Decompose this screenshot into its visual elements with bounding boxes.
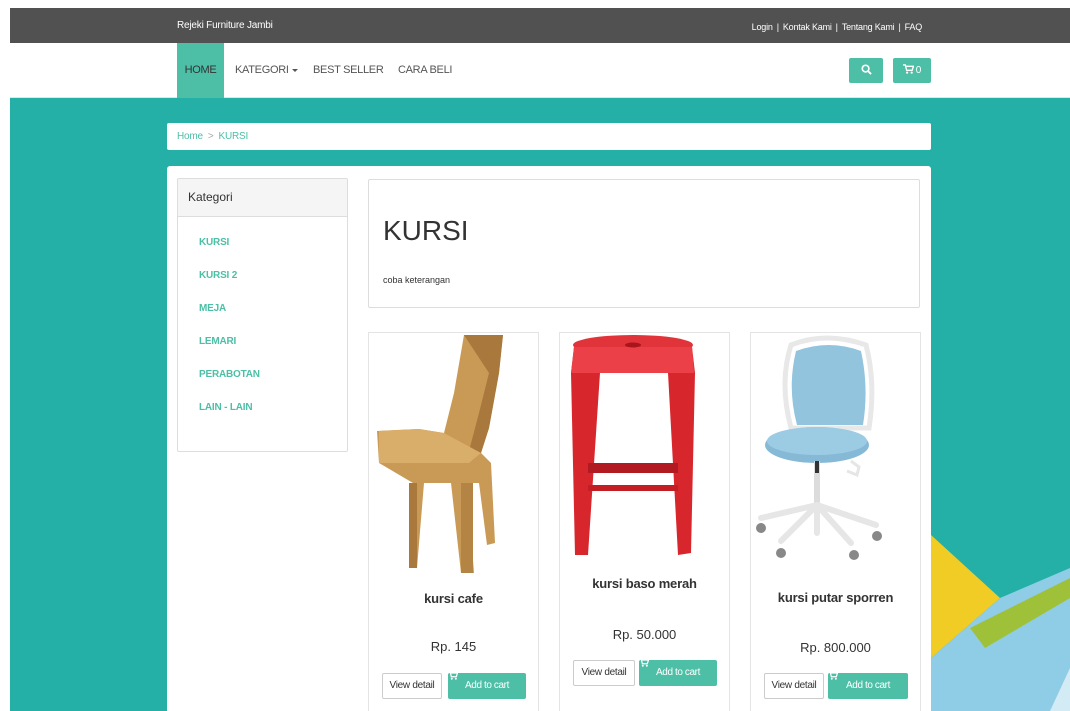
category-sidebar: Kategori KURSI KURSI 2 MEJA LEMARI PERAB… — [177, 178, 348, 452]
add-to-cart-label: Add to cart — [465, 680, 509, 691]
nav-kategori-label: KATEGORI — [235, 64, 289, 76]
top-links: Login | Kontak Kami | Tentang Kami | FAQ — [751, 22, 923, 32]
category-description: coba keterangan — [383, 275, 451, 285]
product-image-kursi-cafe[interactable] — [369, 333, 540, 578]
main-navbar: HOME KATEGORI BEST SELLER CARA BELI 0 — [10, 43, 1070, 98]
cart-icon — [902, 64, 914, 75]
product-price: Rp. 50.000 — [612, 627, 677, 642]
add-to-cart-button[interactable]: Add to cart — [448, 671, 526, 699]
faq-link[interactable]: FAQ — [905, 22, 923, 32]
view-detail-button[interactable]: View detail — [382, 673, 442, 699]
breadcrumb-separator: > — [207, 131, 214, 142]
view-detail-button[interactable]: View detail — [764, 673, 824, 699]
sidebar-item-kursi-2[interactable]: KURSI 2 — [199, 262, 347, 295]
login-link[interactable]: Login — [752, 22, 773, 32]
search-button[interactable] — [849, 58, 883, 83]
product-image-kursi-baso-merah[interactable] — [560, 333, 731, 563]
page: Rejeki Furniture Jambi Login | Kontak Kami… — [10, 8, 1070, 711]
breadcrumb-current: KURSI — [218, 131, 249, 142]
product-name[interactable]: kursi putar sporren — [751, 590, 920, 605]
cart-icon — [448, 671, 458, 680]
cart-button[interactable]: 0 — [893, 58, 931, 83]
breadcrumb-home[interactable]: Home — [177, 131, 203, 142]
product-card: kursi baso merah Rp. 50.000 View detail … — [559, 332, 730, 711]
top-bar: Rejeki Furniture Jambi Login | Kontak Kami… — [10, 8, 1070, 43]
breadcrumb: Home > KURSI — [167, 123, 931, 150]
sidebar-item-meja[interactable]: MEJA — [199, 295, 347, 328]
sidebar-item-lain-lain[interactable]: LAIN - LAIN — [199, 394, 347, 427]
add-to-cart-button[interactable]: Add to cart — [639, 658, 717, 686]
category-title: KURSI — [383, 215, 469, 246]
sidebar-item-kursi[interactable]: KURSI — [199, 229, 347, 262]
search-icon — [860, 64, 872, 75]
product-price: Rp. 145 — [430, 639, 477, 654]
cart-count: 0 — [915, 65, 922, 76]
nav-best-seller[interactable]: BEST SELLER — [313, 43, 384, 98]
product-card: kursi putar sporren Rp. 800.000 View det… — [750, 332, 921, 711]
product-name[interactable]: kursi cafe — [369, 591, 538, 606]
site-brand[interactable]: Rejeki Furniture Jambi — [177, 20, 273, 31]
sidebar-item-lemari[interactable]: LEMARI — [199, 328, 347, 361]
view-detail-button[interactable]: View detail — [573, 660, 635, 686]
product-name[interactable]: kursi baso merah — [560, 576, 729, 591]
contact-link[interactable]: Kontak Kami — [783, 22, 832, 32]
about-link[interactable]: Tentang Kami — [842, 22, 895, 32]
caret-down-icon — [291, 68, 298, 72]
nav-kategori[interactable]: KATEGORI — [235, 43, 298, 98]
nav-home[interactable]: HOME — [177, 43, 224, 98]
product-card: kursi cafe Rp. 145 View detail Add to ca… — [368, 332, 539, 711]
add-to-cart-label: Add to cart — [656, 667, 700, 678]
product-price: Rp. 800.000 — [800, 640, 871, 655]
cart-icon — [639, 658, 649, 667]
cart-icon — [828, 671, 838, 680]
category-list: KURSI KURSI 2 MEJA LEMARI PERABOTAN LAIN… — [178, 217, 347, 427]
nav-cara-beli[interactable]: CARA BELI — [398, 43, 452, 98]
product-image-kursi-putar-sporren[interactable] — [751, 333, 922, 568]
add-to-cart-button[interactable]: Add to cart — [828, 671, 908, 699]
add-to-cart-label: Add to cart — [846, 680, 890, 691]
sidebar-item-perabotan[interactable]: PERABOTAN — [199, 361, 347, 394]
content-panel: Kategori KURSI KURSI 2 MEJA LEMARI PERAB… — [167, 166, 931, 711]
sidebar-title: Kategori — [178, 179, 347, 217]
category-header: KURSI coba keterangan — [368, 179, 920, 308]
